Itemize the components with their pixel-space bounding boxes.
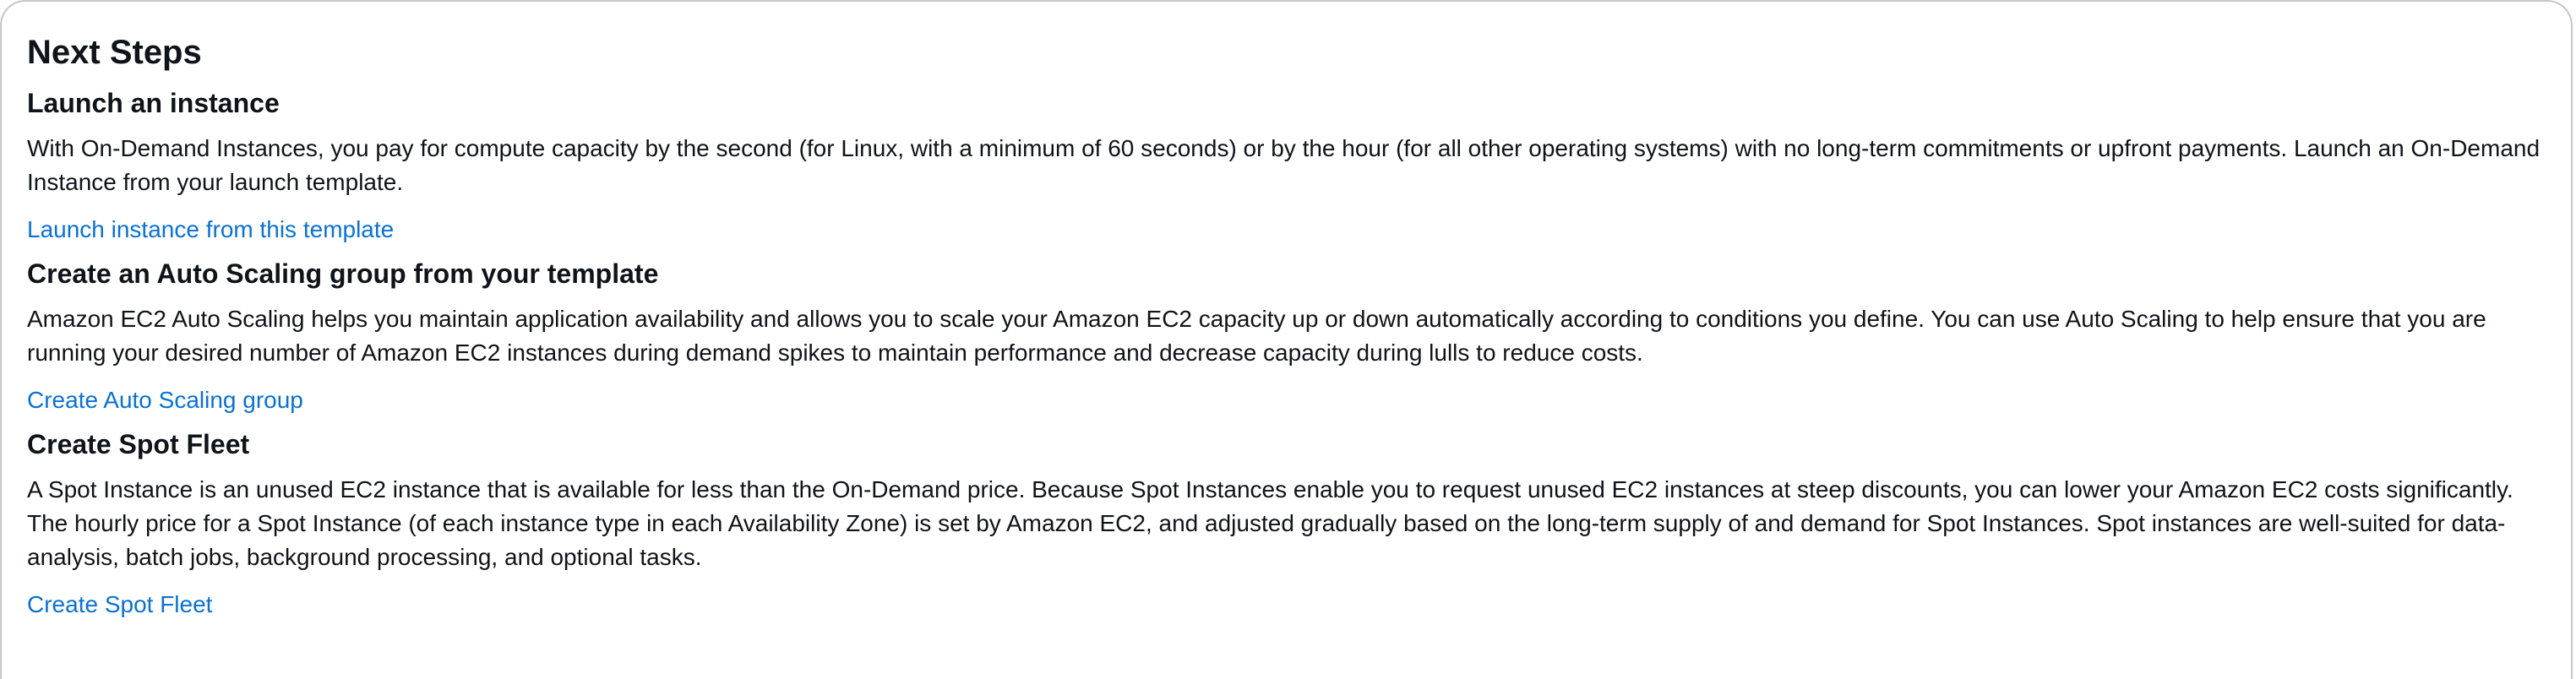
launch-instance-section: Launch an instance With On-Demand Instan…	[27, 84, 2544, 247]
auto-scaling-description: Amazon EC2 Auto Scaling helps you mainta…	[27, 306, 2486, 366]
create-spot-fleet-link[interactable]: Create Spot Fleet	[27, 588, 212, 622]
launch-instance-link[interactable]: Launch instance from this template	[27, 213, 394, 247]
launch-instance-title: Launch an instance	[27, 88, 280, 118]
create-auto-scaling-group-link[interactable]: Create Auto Scaling group	[27, 383, 303, 417]
panel-title: Next Steps	[27, 34, 202, 71]
auto-scaling-section: Create an Auto Scaling group from your t…	[27, 255, 2544, 417]
spot-fleet-title: Create Spot Fleet	[27, 429, 250, 459]
auto-scaling-title: Create an Auto Scaling group from your t…	[27, 258, 659, 289]
next-steps-panel: Next Steps Launch an instance With On-De…	[0, 0, 2573, 679]
spot-fleet-description: A Spot Instance is an unused EC2 instanc…	[27, 476, 2513, 570]
launch-instance-description: With On-Demand Instances, you pay for co…	[27, 135, 2541, 195]
spot-fleet-section: Create Spot Fleet A Spot Instance is an …	[27, 426, 2544, 622]
